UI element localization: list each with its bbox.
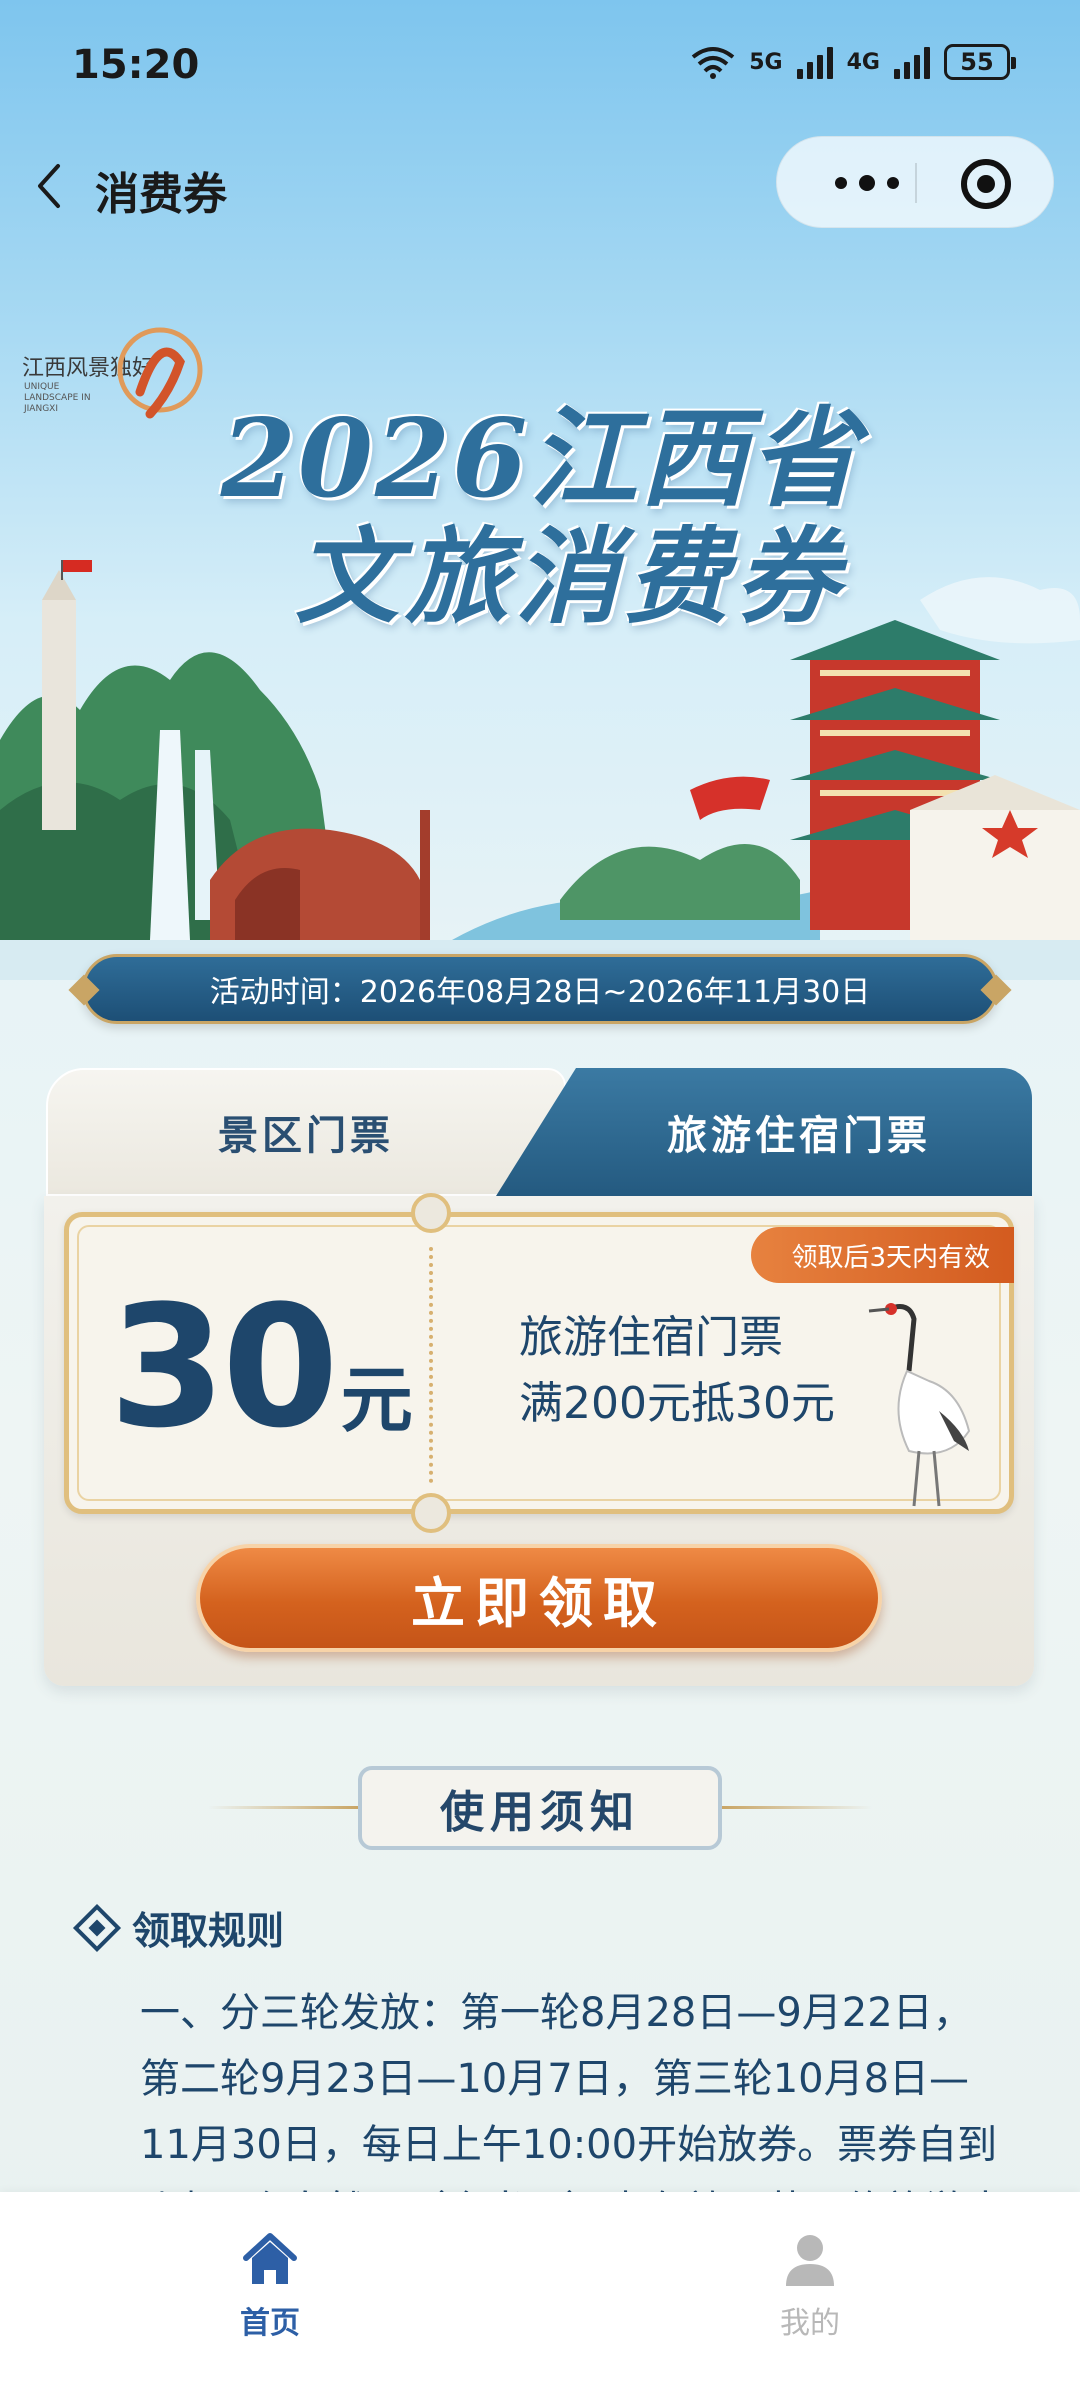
coupon-amount-unit: 元 [340,1358,413,1442]
usage-notice-heading: 使用须知 [208,1766,872,1850]
coupon-rule: 满200元抵30元 [519,1378,835,1429]
claim-rules-title: 领取规则 [132,1909,285,1953]
notice-heading-text: 使用须知 [440,1787,640,1838]
tabbar-mine-label: 我的 [780,2306,840,2341]
tab-lodging-tickets[interactable]: 旅游住宿门票 [496,1068,1032,1196]
diamond-bullet-icon [72,1903,122,1952]
user-icon [786,2235,834,2286]
hero-landscape-illustration [0,560,1080,980]
page-title: 消费券 [95,169,227,220]
miniprogram-capsule [776,136,1054,228]
validity-badge: 领取后3天内有效 [751,1227,1014,1283]
coupon-card: 30 元 旅游住宿门票 满200元抵30元 领取后3天内有效 [64,1193,1014,1533]
signal-4g-icon [894,45,930,79]
status-time: 15:20 [72,42,200,88]
coupon-notch-bottom [411,1493,451,1533]
notice-heading-box: 使用须知 [358,1766,722,1850]
signal-5g-icon [796,45,833,79]
wifi-icon [692,47,735,79]
home-icon [243,2233,297,2284]
more-menu-button[interactable] [817,137,917,229]
battery-level: 55 [960,48,994,76]
capsule-divider [915,163,917,203]
status-bar: 15:20 5G 4G 55 [0,0,1080,130]
coupon-divider [429,1247,433,1483]
claim-rules-heading: 领取规则 [72,1900,285,1955]
tabbar-mine[interactable]: 我的 [730,2232,890,2342]
coupon-notch-top [411,1193,451,1233]
notice-ornament-left [208,1806,358,1809]
coupon-amount: 30 元 [109,1269,413,1465]
coupon-category-tabs: 景区门票 旅游住宿门票 [46,1068,1032,1196]
battery-icon: 55 [944,44,1016,80]
coupon-amount-value: 30 [109,1269,339,1465]
tab-lodging-tickets-label: 旅游住宿门票 [667,1112,931,1159]
activity-date-banner: 活动时间：2026年08月28日~2026年11月30日 [82,954,998,1024]
crane-icon [868,1303,971,1507]
tab-scenic-tickets[interactable]: 景区门票 [46,1068,566,1196]
status-icons: 5G 4G 55 [691,44,1016,80]
tab-scenic-tickets-label: 景区门票 [218,1112,394,1159]
network-4g-label: 4G [846,49,880,75]
coupon-name: 旅游住宿门票 [519,1312,783,1363]
notice-ornament-right [722,1806,872,1809]
activity-date-text: 活动时间：2026年08月28日~2026年11月30日 [209,975,871,1010]
logo-subtext: UNIQUE LANDSCAPE IN JIANGXI [24,382,91,414]
network-5g-label: 5G [749,49,783,75]
brand-logo: 江西风景独好 UNIQUE LANDSCAPE IN JIANGXI [18,320,203,430]
tabbar-home[interactable]: 首页 [190,2232,350,2342]
claim-now-label: 立即领取 [411,1570,667,1635]
close-miniprogram-button[interactable] [961,159,1011,209]
back-arrow-icon[interactable] [26,158,76,214]
bottom-tab-bar: 首页 我的 [0,2192,1080,2387]
claim-now-button[interactable]: 立即领取 [196,1544,882,1652]
coupon-panel: 30 元 旅游住宿门票 满200元抵30元 领取后3天内有效 立即领取 [44,1193,1034,1686]
hero-title-line1: 2026江西省 [220,396,860,522]
tabbar-home-label: 首页 [240,2306,300,2341]
